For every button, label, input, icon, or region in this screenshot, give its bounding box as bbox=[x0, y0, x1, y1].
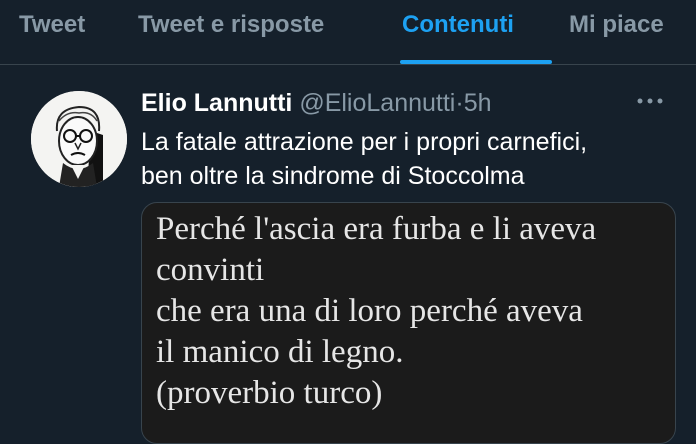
avatar-portrait-icon bbox=[31, 91, 127, 187]
image-quote-text: Perché l'ascia era furba e li aveva conv… bbox=[156, 209, 671, 414]
quote-line: il manico di legno. bbox=[156, 334, 404, 370]
avatar[interactable] bbox=[31, 91, 127, 187]
quote-line: Perché l'ascia era furba e li aveva bbox=[156, 211, 597, 247]
tab-mi-piace[interactable]: Mi piace bbox=[569, 0, 664, 64]
tweet-text-line: ben oltre la sindrome di Stoccolma bbox=[141, 162, 525, 190]
tweet-text: La fatale attrazione per i propri carnef… bbox=[141, 125, 681, 193]
tab-contenuti[interactable]: Contenuti bbox=[402, 0, 514, 64]
quote-line: (proverbio turco) bbox=[156, 375, 383, 411]
tweet-header: Elio Lannutti @ElioLannutti·5h bbox=[141, 87, 492, 119]
more-horizontal-icon[interactable] bbox=[630, 89, 670, 113]
quote-line: convinti bbox=[156, 252, 265, 288]
author-name[interactable]: Elio Lannutti bbox=[141, 89, 292, 117]
profile-tabs: Tweet Tweet e risposte Contenuti Mi piac… bbox=[0, 0, 696, 65]
tweet-text-line: La fatale attrazione per i propri carnef… bbox=[141, 128, 588, 156]
separator-dot: · bbox=[455, 89, 464, 117]
tweet-timestamp[interactable]: 5h bbox=[464, 89, 492, 117]
active-tab-indicator bbox=[400, 60, 552, 64]
author-handle[interactable]: @ElioLannutti bbox=[299, 89, 455, 117]
tab-tweet-e-risposte[interactable]: Tweet e risposte bbox=[138, 0, 324, 64]
quote-line: che era una di loro perché aveva bbox=[156, 293, 583, 329]
tab-tweet[interactable]: Tweet bbox=[19, 0, 85, 64]
tweet-image[interactable]: Perché l'ascia era furba e li aveva conv… bbox=[141, 202, 676, 444]
tweet[interactable]: Elio Lannutti @ElioLannutti·5h La fatale… bbox=[0, 65, 696, 444]
